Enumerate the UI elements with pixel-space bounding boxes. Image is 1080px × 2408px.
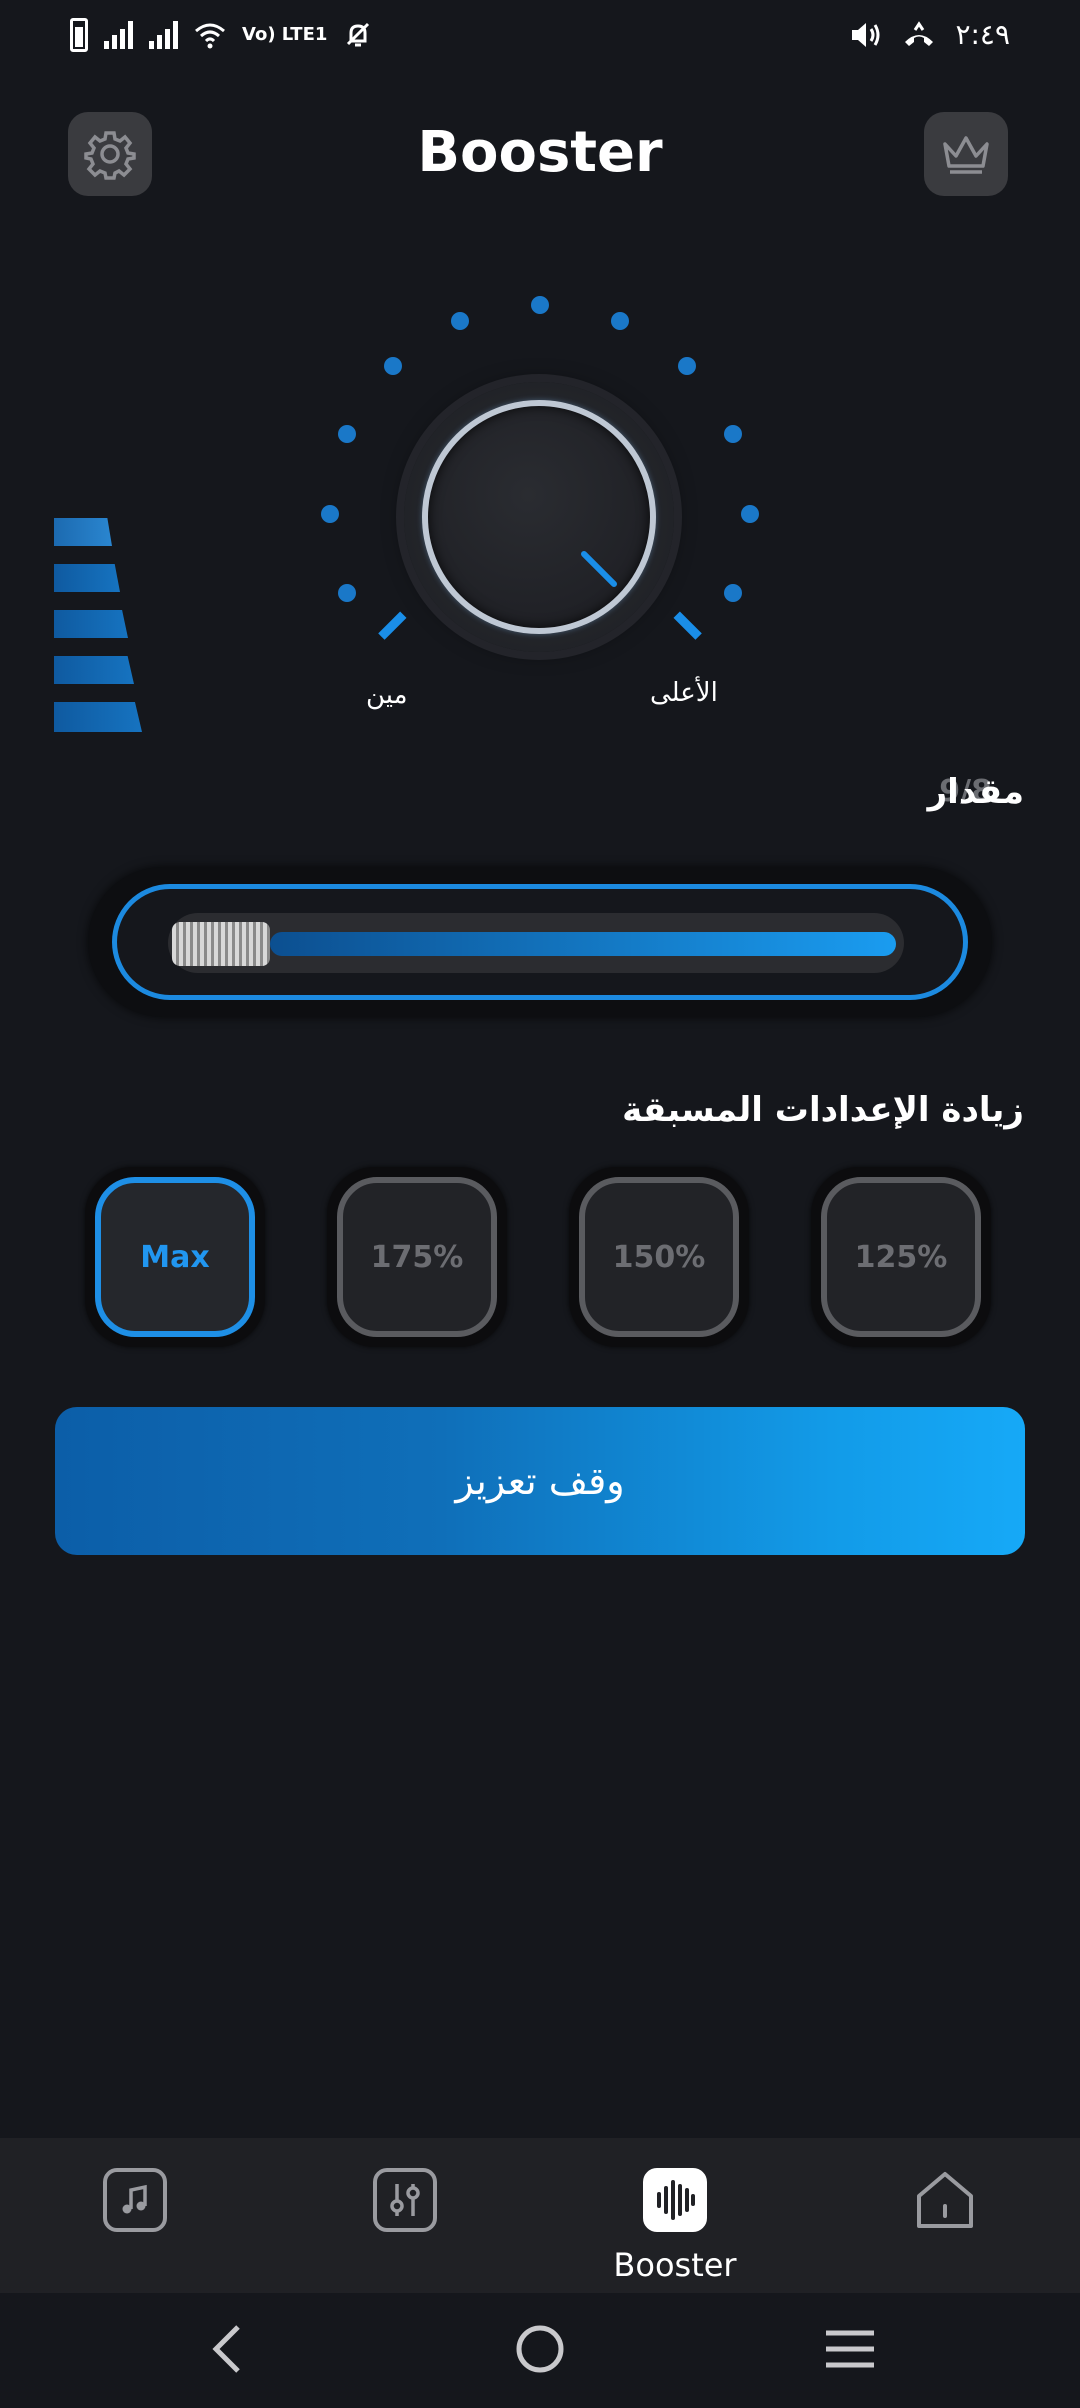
crown-icon [943, 136, 989, 174]
level-bar [54, 564, 120, 592]
volte-label: Vo) LTE1 [242, 24, 328, 45]
scale-dot [384, 357, 402, 375]
knob-indicator [581, 551, 617, 587]
boost-slider-thumb[interactable] [172, 922, 270, 966]
system-nav-bar [0, 2293, 1080, 2408]
level-bar [54, 656, 134, 684]
scale-dot [611, 312, 629, 330]
scale-dot [531, 296, 549, 314]
scale-dot [678, 357, 696, 375]
nav-equalizer[interactable] [330, 2168, 480, 2288]
level-bar [54, 610, 128, 638]
level-bar [54, 518, 112, 546]
signal-icon [104, 21, 133, 49]
preset-label: 150% [579, 1177, 739, 1337]
knob-min-label: مين [366, 680, 408, 710]
max-tick [673, 611, 702, 640]
scale-dot [338, 425, 356, 443]
nav-music[interactable] [60, 2168, 210, 2288]
home-icon [913, 2168, 977, 2232]
bottom-nav: Booster [0, 2138, 1080, 2293]
status-bar: Vo) LTE1 ٢:٤٩ [0, 0, 1080, 75]
min-tick [378, 611, 407, 640]
music-note-icon [103, 2168, 167, 2232]
equalizer-icon [373, 2168, 437, 2232]
stop-boost-button[interactable]: وقف تعزيز [55, 1407, 1025, 1555]
nav-booster[interactable]: Booster [600, 2168, 750, 2288]
wifi-icon [195, 23, 225, 49]
waveform-icon [643, 2168, 707, 2232]
preset-label: 125% [821, 1177, 981, 1337]
scale-dot [741, 505, 759, 523]
nav-home[interactable] [870, 2168, 1020, 2288]
bell-off-icon [347, 22, 370, 47]
scale-dot [724, 425, 742, 443]
presets-title: زيادة الإعدادات المسبقة [622, 1090, 1024, 1130]
battery-icon [70, 18, 88, 52]
nav-booster-label: Booster [613, 2246, 737, 2284]
signal-icon-2 [149, 21, 178, 49]
volume-icon [852, 22, 880, 47]
menu-icon[interactable] [824, 2327, 876, 2371]
call-forward-icon [905, 20, 934, 46]
back-icon[interactable] [208, 2323, 248, 2375]
preset-label: Max [95, 1177, 255, 1337]
clock: ٢:٤٩ [955, 18, 1010, 51]
scale-dot [724, 584, 742, 602]
volume-knob-face[interactable] [422, 400, 656, 634]
amount-label: مقدار [927, 772, 1024, 812]
preset-max[interactable]: Max [85, 1167, 265, 1347]
preset-175[interactable]: 175% [327, 1167, 507, 1347]
premium-button[interactable] [924, 112, 1008, 196]
scale-dot [338, 584, 356, 602]
preset-label: 175% [337, 1177, 497, 1337]
knob-max-label: الأعلى [650, 678, 718, 708]
page-title: Booster [417, 120, 663, 185]
preset-150[interactable]: 150% [569, 1167, 749, 1347]
boost-slider-fill [270, 932, 896, 956]
scale-dot [451, 312, 469, 330]
home-circle-icon[interactable] [514, 2323, 566, 2375]
preset-125[interactable]: 125% [811, 1167, 991, 1347]
scale-dot [321, 505, 339, 523]
level-bar [54, 702, 142, 732]
